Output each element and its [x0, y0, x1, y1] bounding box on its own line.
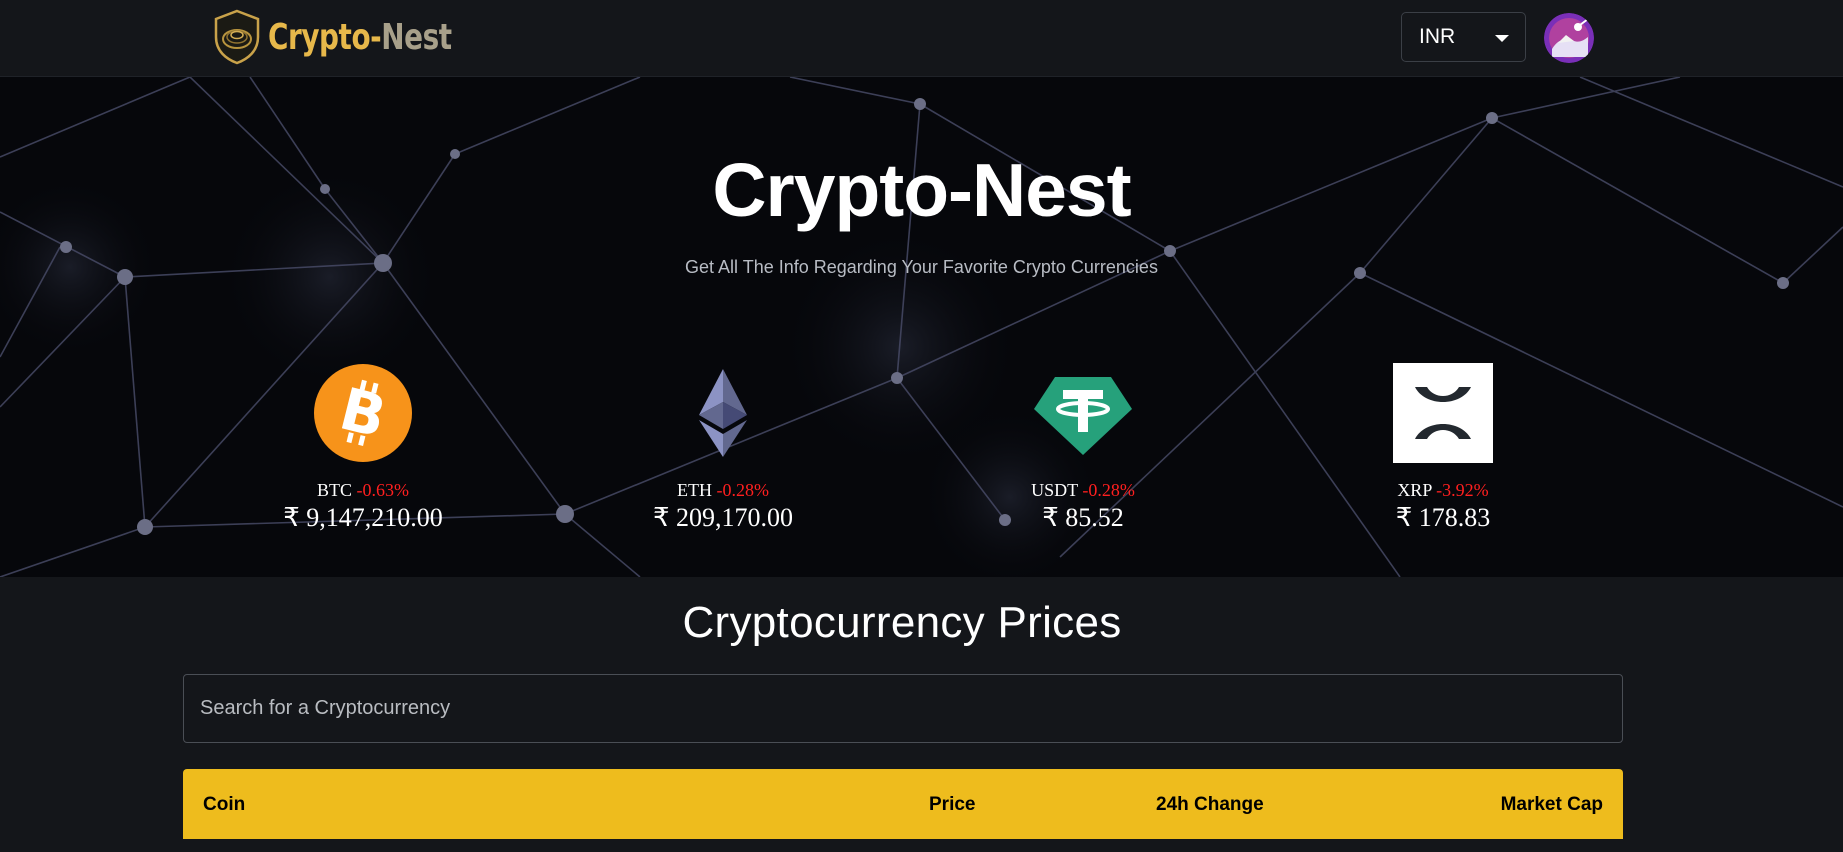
- bitcoin-icon: B: [314, 364, 412, 462]
- currency-select[interactable]: INR: [1401, 12, 1526, 62]
- coin-symbol: XRP: [1397, 480, 1432, 500]
- brand-name-primary: Crypto-: [268, 16, 382, 58]
- coin-price: ₹ 85.52: [1042, 503, 1124, 532]
- coin-label: ETH -0.28%: [593, 480, 853, 500]
- coin-change: -0.63%: [356, 480, 410, 500]
- xrp-icon: [1393, 363, 1493, 463]
- top-navbar: Crypto-Nest INR: [0, 0, 1843, 77]
- coin-symbol: BTC: [316, 480, 352, 500]
- coin-symbol: ETH: [677, 480, 712, 500]
- trending-coin-usdt[interactable]: USDT -0.28% ₹ 85.52: [953, 363, 1213, 533]
- column-header-market-cap[interactable]: Market Cap: [1501, 794, 1603, 816]
- coin-label: XRP -3.92%: [1313, 480, 1573, 500]
- trending-coin-eth[interactable]: ETH -0.28% ₹ 209,170.00: [593, 363, 853, 533]
- trending-coin-xrp[interactable]: XRP -3.92% ₹ 178.83: [1313, 363, 1573, 533]
- coin-label: USDT -0.28%: [953, 480, 1213, 500]
- hero-subtitle: Get All The Info Regarding Your Favorite…: [685, 257, 1158, 277]
- nest-logo-icon: [214, 9, 260, 65]
- coin-label: BTC -0.63%: [233, 480, 493, 500]
- trending-coin-btc[interactable]: B BTC -0.63% ₹ 9,147,210.00: [233, 363, 493, 533]
- currency-select-value: INR: [1419, 25, 1456, 48]
- prices-section-title: Cryptocurrency Prices: [682, 598, 1122, 647]
- user-avatar[interactable]: [1544, 13, 1594, 63]
- coin-price: ₹ 9,147,210.00: [283, 503, 443, 532]
- tether-icon: [1034, 377, 1132, 455]
- hero-title: Crypto-Nest: [712, 148, 1131, 232]
- coin-change: -0.28%: [716, 480, 770, 500]
- prices-table-header: Coin Price 24h Change Market Cap: [183, 769, 1623, 839]
- coin-price: ₹ 209,170.00: [652, 503, 794, 532]
- search-input[interactable]: [183, 674, 1623, 743]
- avatar-icon: [1544, 13, 1594, 63]
- caret-down-icon: [1495, 35, 1509, 42]
- brand-name-secondary: Nest: [381, 16, 452, 58]
- ethereum-icon: [699, 369, 747, 457]
- column-header-24h-change[interactable]: 24h Change: [1156, 794, 1264, 816]
- column-header-coin[interactable]: Coin: [203, 794, 245, 816]
- coin-change: -0.28%: [1082, 480, 1135, 500]
- coin-change: -3.92%: [1436, 480, 1489, 500]
- brand[interactable]: Crypto-Nest: [212, 8, 482, 66]
- coin-price: ₹ 178.83: [1395, 503, 1491, 532]
- coin-symbol: USDT: [1031, 480, 1078, 500]
- brand-name: Crypto-Nest: [268, 17, 452, 58]
- column-header-price[interactable]: Price: [929, 794, 975, 816]
- hero-banner: Crypto-Nest Get All The Info Regarding Y…: [0, 77, 1843, 577]
